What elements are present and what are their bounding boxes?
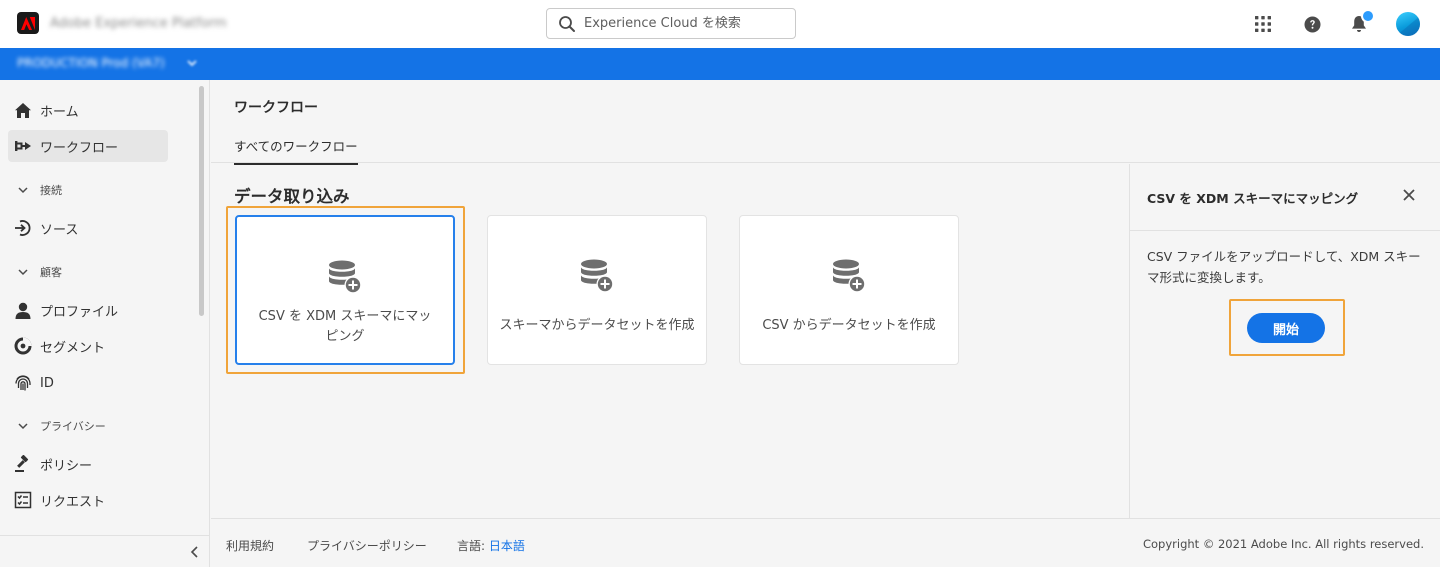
database-add-icon	[581, 259, 614, 293]
org-selector[interactable]: PRODUCTION Prod (VA7)	[17, 56, 165, 70]
database-add-icon	[329, 260, 362, 294]
sidebar-item-workflows[interactable]: ワークフロー	[8, 130, 168, 162]
sidebar-item-sources[interactable]: ソース	[8, 212, 168, 244]
sidebar-group-label: 接続	[40, 184, 62, 197]
checklist-icon	[13, 490, 33, 510]
workflow-card-map-csv[interactable]: CSV を XDM スキーマにマッピング	[235, 215, 455, 365]
sidebar-group-connections[interactable]: 接続	[17, 180, 62, 200]
search-box[interactable]	[546, 8, 796, 39]
sidebar-item-profiles[interactable]: プロファイル	[8, 294, 168, 326]
language-label: 言語:	[457, 539, 486, 553]
terms-link[interactable]: 利用規約	[226, 537, 274, 554]
card-label: CSV からデータセットを作成	[762, 318, 936, 333]
chevron-down-icon	[18, 187, 28, 194]
profile-icon	[13, 300, 33, 320]
page-title: ワークフロー	[234, 100, 318, 116]
user-avatar[interactable]	[1396, 12, 1420, 36]
sidebar-item-identities[interactable]: ID	[8, 367, 168, 399]
sidebar-item-label: ポリシー	[40, 458, 93, 474]
sidebar-item-label: プロファイル	[40, 304, 119, 320]
database-add-icon	[833, 259, 866, 293]
top-header: Adobe Experience Platform	[0, 0, 1440, 48]
card-label: CSV を XDM スキーマにマッピング	[258, 309, 432, 344]
sidebar-group-customer[interactable]: 顧客	[17, 262, 62, 282]
fingerprint-icon	[13, 373, 33, 393]
chevron-down-icon	[18, 269, 28, 276]
org-switcher-bar: PRODUCTION Prod (VA7)	[0, 48, 1440, 80]
home-icon	[13, 100, 33, 120]
sidebar-footer	[0, 535, 209, 567]
left-nav: ホーム ワークフロー 接続 ソース 顧客 プロファイル セグメント ID プライ…	[0, 80, 210, 567]
language-selector[interactable]: 言語: 日本語	[457, 537, 525, 554]
panel-title: CSV を XDM スキーマにマッピング	[1147, 191, 1359, 206]
sidebar-item-segments[interactable]: セグメント	[8, 330, 168, 362]
copyright-text: Copyright © 2021 Adobe Inc. All rights r…	[1142, 537, 1424, 551]
page-footer: 利用規約 プライバシーポリシー 言語: 日本語 Copyright © 2021…	[211, 518, 1440, 567]
notification-badge	[1361, 9, 1375, 23]
chevron-left-icon[interactable]	[188, 545, 202, 559]
tab-all-workflows[interactable]: すべてのワークフロー	[234, 136, 358, 165]
segment-icon	[13, 336, 33, 356]
sidebar-item-label: リクエスト	[40, 494, 106, 510]
start-button[interactable]: 開始	[1247, 313, 1325, 343]
workflow-card-dataset-from-csv[interactable]: CSV からデータセットを作成	[739, 215, 959, 365]
close-icon[interactable]	[1402, 188, 1416, 202]
section-title: データ取り込み	[234, 187, 350, 206]
sidebar-item-label: セグメント	[40, 340, 106, 356]
sidebar-item-requests[interactable]: リクエスト	[8, 484, 168, 516]
language-value[interactable]: 日本語	[489, 539, 525, 553]
sidebar-item-home[interactable]: ホーム	[8, 94, 168, 126]
app-name[interactable]: Adobe Experience Platform	[50, 16, 227, 31]
sidebar-group-privacy[interactable]: プライバシー	[17, 416, 106, 436]
panel-divider	[1130, 230, 1440, 231]
sidebar-scrollbar[interactable]	[199, 86, 204, 316]
sidebar-group-label: 顧客	[40, 266, 62, 279]
sources-icon	[13, 218, 33, 238]
workflow-card-dataset-from-schema[interactable]: スキーマからデータセットを作成	[487, 215, 707, 365]
sidebar-item-policies[interactable]: ポリシー	[8, 448, 168, 480]
card-label: スキーマからデータセットを作成	[499, 318, 695, 333]
adobe-logo-icon[interactable]	[17, 12, 39, 34]
gavel-icon	[13, 454, 33, 474]
help-icon[interactable]	[1301, 13, 1323, 35]
chevron-down-icon[interactable]	[186, 57, 198, 69]
sidebar-item-label: ID	[40, 375, 54, 391]
search-icon	[559, 15, 575, 32]
sidebar-item-label: ソース	[40, 222, 79, 238]
sidebar-item-label: ワークフロー	[40, 140, 119, 156]
tab-divider	[211, 162, 1440, 163]
search-input[interactable]	[584, 16, 784, 31]
chevron-down-icon	[18, 423, 28, 430]
workflow-icon	[13, 136, 33, 156]
sidebar-group-label: プライバシー	[40, 420, 106, 433]
apps-grid-icon[interactable]	[1252, 13, 1274, 35]
details-panel: CSV を XDM スキーマにマッピング CSV ファイルをアップロードして、X…	[1129, 164, 1440, 518]
panel-description: CSV ファイルをアップロードして、XDM スキーマ形式に変換します。	[1147, 249, 1421, 285]
privacy-policy-link[interactable]: プライバシーポリシー	[307, 537, 427, 554]
sidebar-item-label: ホーム	[40, 104, 79, 120]
